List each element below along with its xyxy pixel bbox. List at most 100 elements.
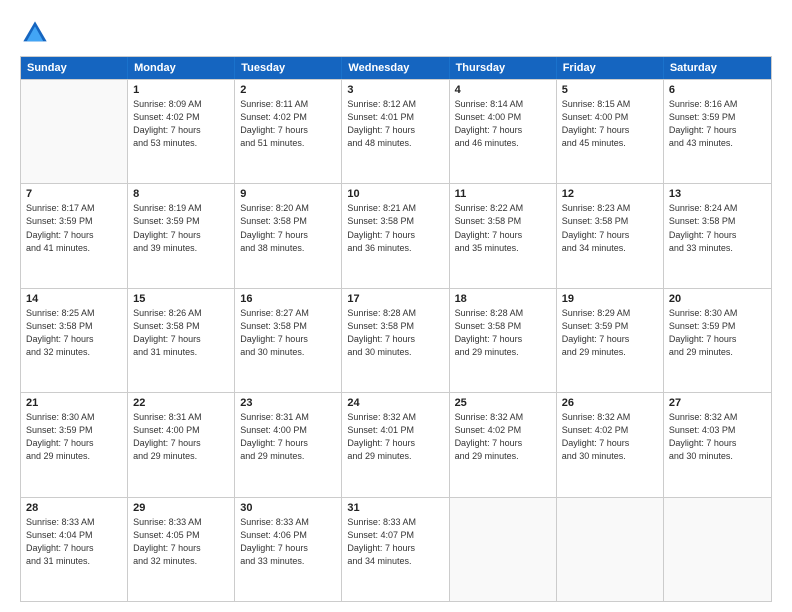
sunset-text: Sunset: 3:58 PM [26,320,122,333]
daylight-text: and 34 minutes. [562,242,658,255]
sunset-text: Sunset: 4:00 PM [240,424,336,437]
calendar-cell: 30Sunrise: 8:33 AMSunset: 4:06 PMDayligh… [235,498,342,601]
sunrise-text: Sunrise: 8:29 AM [562,307,658,320]
sunset-text: Sunset: 3:58 PM [133,320,229,333]
sunset-text: Sunset: 4:06 PM [240,529,336,542]
calendar-cell: 31Sunrise: 8:33 AMSunset: 4:07 PMDayligh… [342,498,449,601]
daylight-text: Daylight: 7 hours [133,124,229,137]
sunrise-text: Sunrise: 8:21 AM [347,202,443,215]
day-number: 18 [455,293,551,305]
sunset-text: Sunset: 4:02 PM [240,111,336,124]
calendar-cell: 2Sunrise: 8:11 AMSunset: 4:02 PMDaylight… [235,80,342,183]
daylight-text: and 43 minutes. [669,137,766,150]
day-number: 5 [562,84,658,96]
sunset-text: Sunset: 3:58 PM [562,215,658,228]
daylight-text: Daylight: 7 hours [347,333,443,346]
daylight-text: Daylight: 7 hours [347,124,443,137]
daylight-text: Daylight: 7 hours [133,437,229,450]
sunrise-text: Sunrise: 8:33 AM [240,516,336,529]
sunrise-text: Sunrise: 8:31 AM [133,411,229,424]
daylight-text: and 29 minutes. [669,346,766,359]
sunset-text: Sunset: 4:02 PM [133,111,229,124]
sunrise-text: Sunrise: 8:19 AM [133,202,229,215]
daylight-text: Daylight: 7 hours [562,437,658,450]
day-number: 19 [562,293,658,305]
calendar-cell: 15Sunrise: 8:26 AMSunset: 3:58 PMDayligh… [128,289,235,392]
calendar-cell: 22Sunrise: 8:31 AMSunset: 4:00 PMDayligh… [128,393,235,496]
day-number: 2 [240,84,336,96]
sunrise-text: Sunrise: 8:32 AM [347,411,443,424]
day-number: 21 [26,397,122,409]
calendar-cell: 18Sunrise: 8:28 AMSunset: 3:58 PMDayligh… [450,289,557,392]
daylight-text: and 30 minutes. [240,346,336,359]
daylight-text: and 53 minutes. [133,137,229,150]
daylight-text: and 48 minutes. [347,137,443,150]
daylight-text: Daylight: 7 hours [26,229,122,242]
calendar-cell: 6Sunrise: 8:16 AMSunset: 3:59 PMDaylight… [664,80,771,183]
sunset-text: Sunset: 3:58 PM [347,320,443,333]
calendar-cell: 19Sunrise: 8:29 AMSunset: 3:59 PMDayligh… [557,289,664,392]
daylight-text: and 33 minutes. [240,555,336,568]
sunset-text: Sunset: 3:59 PM [669,111,766,124]
calendar-cell: 16Sunrise: 8:27 AMSunset: 3:58 PMDayligh… [235,289,342,392]
daylight-text: and 46 minutes. [455,137,551,150]
sunset-text: Sunset: 3:58 PM [669,215,766,228]
daylight-text: and 34 minutes. [347,555,443,568]
daylight-text: and 45 minutes. [562,137,658,150]
calendar: SundayMondayTuesdayWednesdayThursdayFrid… [20,56,772,602]
day-number: 16 [240,293,336,305]
sunrise-text: Sunrise: 8:26 AM [133,307,229,320]
calendar-cell: 23Sunrise: 8:31 AMSunset: 4:00 PMDayligh… [235,393,342,496]
day-number: 27 [669,397,766,409]
sunset-text: Sunset: 4:00 PM [455,111,551,124]
daylight-text: and 29 minutes. [455,450,551,463]
weekday-header: Tuesday [235,57,342,79]
sunset-text: Sunset: 3:58 PM [240,320,336,333]
calendar-cell: 10Sunrise: 8:21 AMSunset: 3:58 PMDayligh… [342,184,449,287]
sunset-text: Sunset: 4:00 PM [562,111,658,124]
day-number: 1 [133,84,229,96]
daylight-text: and 29 minutes. [240,450,336,463]
sunrise-text: Sunrise: 8:20 AM [240,202,336,215]
daylight-text: and 29 minutes. [455,346,551,359]
sunrise-text: Sunrise: 8:28 AM [455,307,551,320]
daylight-text: Daylight: 7 hours [26,333,122,346]
weekday-header: Sunday [21,57,128,79]
daylight-text: and 29 minutes. [562,346,658,359]
sunrise-text: Sunrise: 8:31 AM [240,411,336,424]
daylight-text: Daylight: 7 hours [26,437,122,450]
sunrise-text: Sunrise: 8:16 AM [669,98,766,111]
sunset-text: Sunset: 4:00 PM [133,424,229,437]
calendar-body: 1Sunrise: 8:09 AMSunset: 4:02 PMDaylight… [21,79,771,601]
calendar-cell: 5Sunrise: 8:15 AMSunset: 4:00 PMDaylight… [557,80,664,183]
calendar-cell: 9Sunrise: 8:20 AMSunset: 3:58 PMDaylight… [235,184,342,287]
calendar-week: 28Sunrise: 8:33 AMSunset: 4:04 PMDayligh… [21,497,771,601]
calendar-week: 21Sunrise: 8:30 AMSunset: 3:59 PMDayligh… [21,392,771,496]
day-number: 9 [240,188,336,200]
sunrise-text: Sunrise: 8:33 AM [26,516,122,529]
logo [20,18,54,48]
calendar-header: SundayMondayTuesdayWednesdayThursdayFrid… [21,57,771,79]
daylight-text: and 33 minutes. [669,242,766,255]
day-number: 12 [562,188,658,200]
calendar-cell: 27Sunrise: 8:32 AMSunset: 4:03 PMDayligh… [664,393,771,496]
day-number: 20 [669,293,766,305]
daylight-text: and 39 minutes. [133,242,229,255]
daylight-text: Daylight: 7 hours [669,437,766,450]
daylight-text: Daylight: 7 hours [562,333,658,346]
day-number: 8 [133,188,229,200]
day-number: 29 [133,502,229,514]
calendar-cell: 11Sunrise: 8:22 AMSunset: 3:58 PMDayligh… [450,184,557,287]
daylight-text: Daylight: 7 hours [669,333,766,346]
daylight-text: and 29 minutes. [347,450,443,463]
sunset-text: Sunset: 4:02 PM [562,424,658,437]
calendar-week: 14Sunrise: 8:25 AMSunset: 3:58 PMDayligh… [21,288,771,392]
calendar-cell: 14Sunrise: 8:25 AMSunset: 3:58 PMDayligh… [21,289,128,392]
calendar-cell: 4Sunrise: 8:14 AMSunset: 4:00 PMDaylight… [450,80,557,183]
daylight-text: Daylight: 7 hours [562,229,658,242]
sunrise-text: Sunrise: 8:23 AM [562,202,658,215]
sunset-text: Sunset: 3:59 PM [26,215,122,228]
calendar-cell [557,498,664,601]
daylight-text: Daylight: 7 hours [455,333,551,346]
daylight-text: Daylight: 7 hours [455,437,551,450]
